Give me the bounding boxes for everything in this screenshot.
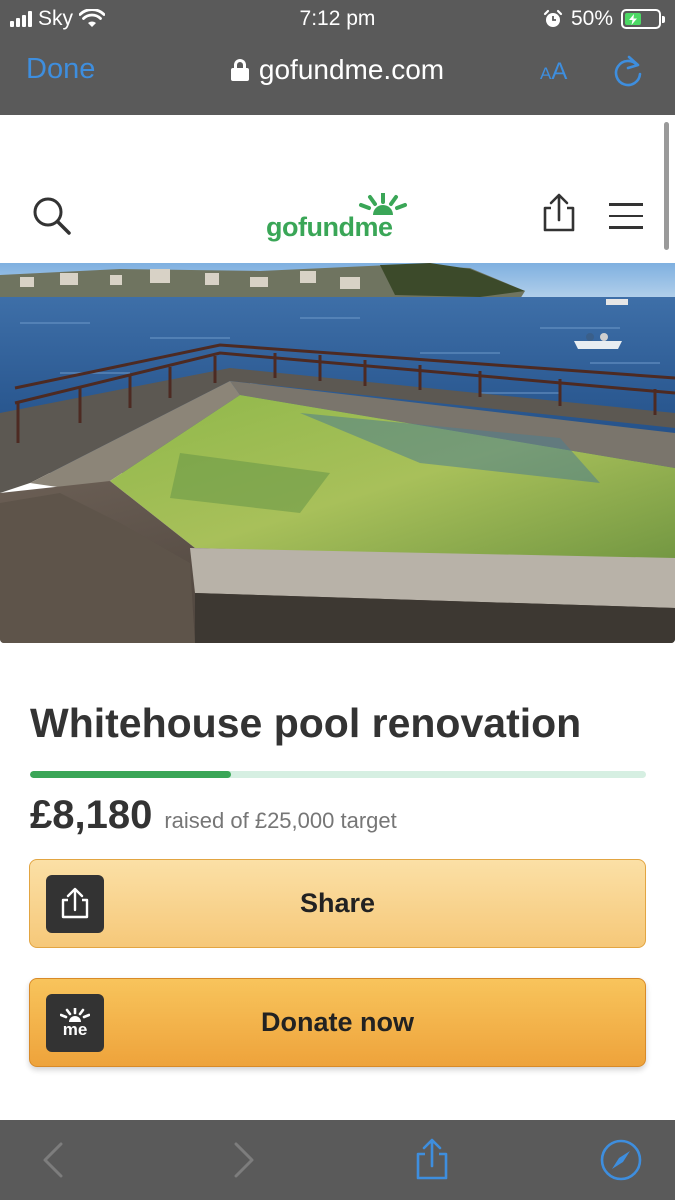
alarm-icon <box>543 9 563 27</box>
progress-bar <box>30 771 646 778</box>
campaign-photo <box>0 263 675 643</box>
gofundme-logo[interactable]: gofundme <box>266 193 416 243</box>
amount-row: £8,180 raised of £25,000 target <box>30 793 397 838</box>
lock-icon <box>230 59 249 81</box>
address-field[interactable]: gofundme.com <box>0 54 675 86</box>
campaign-title: Whitehouse pool renovation <box>30 700 582 746</box>
compass-icon[interactable] <box>599 1138 643 1182</box>
scroll-indicator <box>664 122 669 250</box>
share-sheet-icon[interactable] <box>410 1138 454 1182</box>
site-header: gofundme <box>0 115 675 263</box>
forward-icon[interactable] <box>220 1138 264 1182</box>
battery-percent: 50% <box>570 7 613 30</box>
back-icon[interactable] <box>33 1138 77 1182</box>
url-text: gofundme.com <box>258 54 445 85</box>
share-icon <box>46 875 104 933</box>
logo-text: gofundme <box>266 212 393 242</box>
amount-raised: £8,180 <box>30 793 153 837</box>
search-icon[interactable] <box>31 195 73 237</box>
text-size-button[interactable]: AA <box>540 58 567 86</box>
progress-fill <box>30 771 232 778</box>
amount-target: raised of £25,000 target <box>164 808 397 833</box>
reload-icon[interactable] <box>608 53 648 93</box>
browser-url-bar: Done gofundme.com AA <box>0 38 675 115</box>
gofundme-icon: me <box>46 994 104 1052</box>
status-right: 50% <box>543 7 665 31</box>
donate-button-label: Donate now <box>261 1007 414 1037</box>
donate-button[interactable]: me Donate now <box>29 978 646 1067</box>
share-icon[interactable] <box>538 192 580 234</box>
menu-icon[interactable] <box>609 203 643 229</box>
browser-toolbar <box>0 1120 675 1200</box>
battery-icon <box>621 9 665 29</box>
status-bar: Sky 7:12 pm 50% <box>0 0 675 38</box>
share-button[interactable]: Share <box>29 859 646 948</box>
battery-level <box>625 13 641 25</box>
share-button-label: Share <box>299 888 376 918</box>
